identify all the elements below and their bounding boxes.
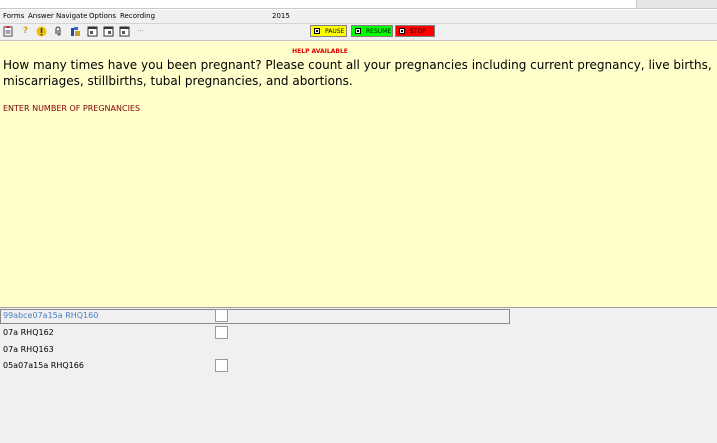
answer-list: 99abce07a15a RHQ160 07a RHQ162 07a RHQ16… (0, 308, 717, 443)
resume-label: RESUME (366, 28, 392, 35)
navigate-icon[interactable] (70, 26, 81, 37)
attachment-icon[interactable] (53, 26, 64, 37)
answer-field-label: 99abce07a15a RHQ160 (3, 311, 99, 320)
window-scroll-stub (636, 0, 717, 8)
answer-row[interactable]: 07a RHQ162 (0, 325, 717, 342)
answer-input[interactable] (215, 309, 228, 322)
stop-label: STOP (410, 28, 426, 35)
menu-bar: Forms Answer Navigate Options Recording … (0, 10, 717, 24)
answer-row[interactable]: 05a07a15a RHQ166 (0, 358, 717, 375)
window-top-strip (0, 0, 717, 10)
answer-field-label: 05a07a15a RHQ166 (3, 361, 84, 370)
window-icon[interactable] (87, 26, 98, 37)
help-available-label[interactable]: HELP AVAILABLE (0, 48, 640, 56)
pause-square-icon (314, 28, 320, 34)
resume-button[interactable]: RESUME (351, 25, 393, 37)
answer-row[interactable]: 07a RHQ163 (0, 342, 717, 359)
answer-field-label: 07a RHQ162 (3, 328, 54, 337)
toolbar: ? ··· PAUSE RESUME STOP (0, 24, 717, 41)
resume-square-icon (355, 28, 361, 34)
window-icon[interactable] (103, 26, 114, 37)
menu-forms[interactable]: Forms (3, 10, 24, 23)
stop-button[interactable]: STOP (395, 25, 435, 37)
stop-square-icon (399, 28, 405, 34)
window-edge (0, 8, 717, 9)
question-panel: HELP AVAILABLE How many times have you b… (0, 41, 717, 308)
forms-icon[interactable] (3, 26, 14, 37)
question-text: How many times have you been pregnant? P… (3, 58, 712, 88)
answer-input[interactable] (215, 326, 228, 339)
menu-options[interactable]: Options (89, 10, 116, 23)
answer-row[interactable]: 99abce07a15a RHQ160 (0, 308, 717, 325)
window-icon[interactable] (119, 26, 130, 37)
pause-button[interactable]: PAUSE (310, 25, 347, 37)
menu-recording[interactable]: Recording (120, 10, 155, 23)
answer-field-label: 07a RHQ163 (3, 345, 54, 354)
alert-icon[interactable] (36, 26, 47, 37)
menu-answer[interactable]: Answer (28, 10, 54, 23)
more-icon[interactable]: ··· (135, 26, 146, 37)
pause-label: PAUSE (325, 28, 345, 35)
answer-input[interactable] (215, 359, 228, 372)
help-question-icon[interactable]: ? (20, 26, 31, 37)
menu-navigate[interactable]: Navigate (56, 10, 87, 23)
year-label: 2015 (272, 12, 290, 20)
instruction-text: ENTER NUMBER OF PREGNANCIES (3, 104, 141, 113)
